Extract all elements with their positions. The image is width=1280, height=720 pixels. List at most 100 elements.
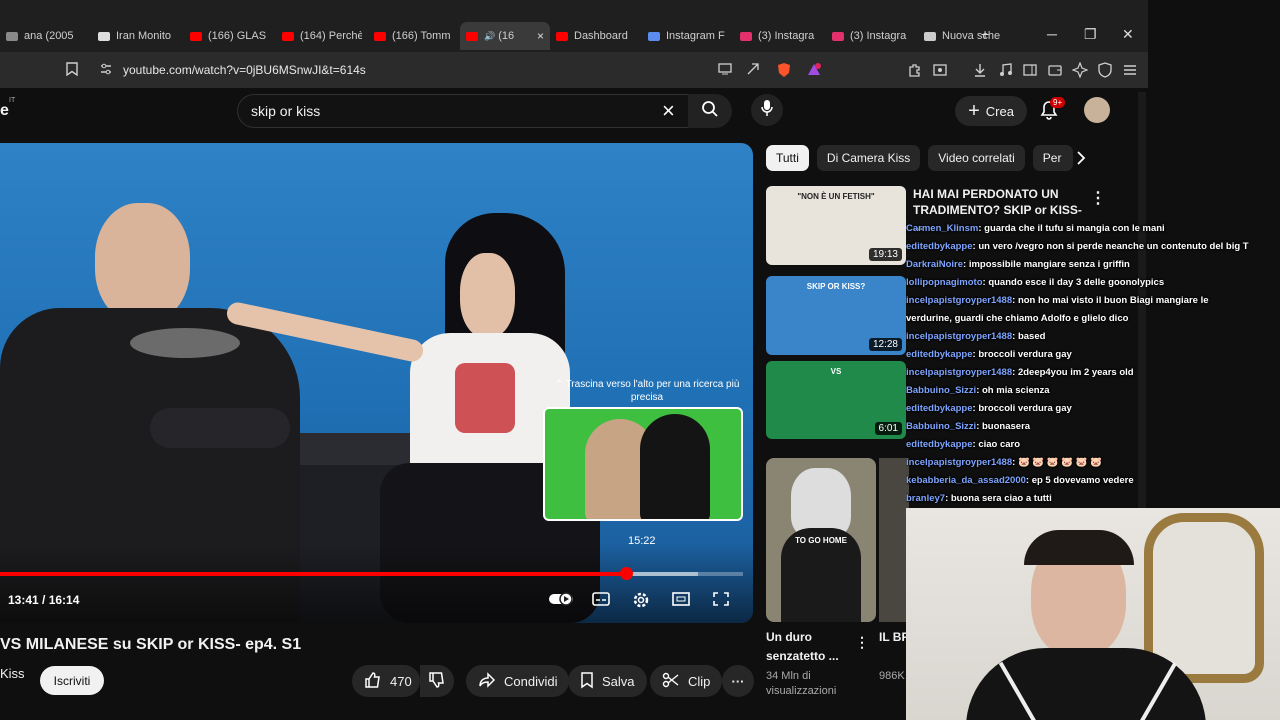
filter-chip[interactable]: Di Camera Kiss bbox=[816, 145, 921, 171]
tab-favicon-icon bbox=[924, 31, 936, 41]
tab-label: (16 bbox=[498, 30, 515, 42]
thumbs-up-icon bbox=[364, 671, 382, 692]
tab-label: Nuova sche bbox=[942, 30, 1001, 42]
create-button[interactable]: + Crea bbox=[955, 96, 1027, 126]
clip-label: Clip bbox=[688, 673, 711, 689]
tab-favicon-icon bbox=[374, 31, 386, 41]
download-icon[interactable] bbox=[972, 62, 988, 81]
create-label: Crea bbox=[985, 103, 1014, 119]
wallet-icon[interactable] bbox=[1047, 62, 1063, 81]
short-title-2[interactable]: IL BRA bbox=[879, 628, 909, 647]
chat-username: DarkraiNoire bbox=[906, 259, 964, 270]
dislike-button[interactable] bbox=[420, 665, 454, 697]
chat-text: : non ho mai visto il buon Biagi mangiar… bbox=[1012, 295, 1209, 306]
short-thumbnail-2[interactable] bbox=[879, 458, 909, 622]
menu-icon[interactable] bbox=[1122, 62, 1138, 81]
extensions-icon[interactable] bbox=[907, 62, 923, 81]
tab-favicon-icon bbox=[6, 31, 18, 41]
screen-icon[interactable] bbox=[718, 62, 732, 78]
short-title[interactable]: Un duro senzatetto ... bbox=[766, 628, 846, 666]
leo-ai-icon[interactable] bbox=[1071, 61, 1089, 81]
new-tab-button[interactable]: + bbox=[981, 26, 989, 42]
chat-username: editedbykappe bbox=[906, 349, 973, 360]
browser-tab[interactable]: Nuova sche bbox=[918, 22, 1010, 50]
speaker-icon[interactable]: 🔊 bbox=[484, 31, 495, 42]
brave-shield-icon[interactable] bbox=[776, 62, 792, 81]
tab-label: (164) Perchè bbox=[300, 30, 362, 42]
browser-tab[interactable]: (166) Tomm bbox=[368, 22, 460, 50]
browser-tab[interactable]: (166) GLAS bbox=[184, 22, 276, 50]
chat-username: incelpapistgroyper1488 bbox=[906, 367, 1013, 378]
short-thumbnail[interactable]: TO GO HOME bbox=[766, 458, 876, 622]
progress-bar[interactable] bbox=[0, 567, 743, 580]
recommended-thumbnail[interactable]: SKIP OR KISS? 12:28 bbox=[766, 276, 906, 355]
short-more-icon[interactable]: ⋮ bbox=[855, 634, 869, 651]
share-button[interactable]: Condividi bbox=[466, 665, 570, 697]
thumbnail-caption: VS bbox=[830, 367, 842, 376]
browser-tab[interactable]: Iran Monito bbox=[92, 22, 184, 50]
account-avatar[interactable] bbox=[1084, 97, 1110, 123]
browser-tab[interactable]: Dashboard bbox=[550, 22, 642, 50]
save-label: Salva bbox=[602, 673, 635, 689]
thumbnail-caption: SKIP OR KISS? bbox=[806, 282, 866, 291]
webcam-overlay bbox=[906, 508, 1280, 720]
browser-tab[interactable]: (3) Instagra bbox=[734, 22, 826, 50]
chat-username: Babbuino_Sizzi bbox=[906, 385, 977, 396]
search-button[interactable] bbox=[688, 94, 732, 128]
browser-tab[interactable]: (164) Perchè bbox=[276, 22, 368, 50]
controls-gradient bbox=[0, 543, 753, 623]
browser-tab[interactable]: ana (2005 bbox=[0, 22, 92, 50]
voice-search-button[interactable] bbox=[751, 94, 783, 126]
vpn-icon[interactable] bbox=[1097, 62, 1113, 81]
filter-chip[interactable]: Per bbox=[1032, 145, 1073, 171]
search-input[interactable]: skip or kiss bbox=[237, 94, 693, 128]
tab-label: Instagram F bbox=[666, 30, 725, 42]
maximize-button[interactable]: ❐ bbox=[1084, 26, 1097, 43]
browser-tab[interactable]: Instagram F bbox=[642, 22, 734, 50]
close-window-button[interactable]: ✕ bbox=[1122, 26, 1134, 43]
recommended-thumbnail[interactable]: "NON È UN FETISH" 19:13 bbox=[766, 186, 906, 265]
tab-label: Iran Monito bbox=[116, 30, 172, 42]
more-actions-button[interactable]: ··· bbox=[722, 665, 754, 697]
chat-text: : broccoli verdura gay bbox=[972, 403, 1072, 414]
brave-rewards-icon[interactable] bbox=[806, 62, 822, 81]
autoplay-toggle[interactable] bbox=[548, 590, 574, 610]
like-button[interactable]: 470 bbox=[352, 665, 420, 697]
filter-chip[interactable]: Video correlati bbox=[928, 145, 1025, 171]
browser-tab[interactable]: 🔊 (16 × bbox=[460, 22, 550, 50]
chat-username: kebabberia_da_assad2000 bbox=[906, 475, 1026, 486]
thumbnail-caption: "NON È UN FETISH" bbox=[797, 192, 875, 201]
more-options-icon[interactable]: ⋮ bbox=[1090, 188, 1106, 208]
site-settings-icon[interactable] bbox=[99, 62, 113, 79]
fullscreen-icon[interactable] bbox=[710, 590, 732, 610]
search-query: skip or kiss bbox=[251, 103, 321, 119]
theater-mode-icon[interactable] bbox=[670, 590, 692, 610]
save-button[interactable]: Salva bbox=[568, 665, 647, 697]
clear-search-icon[interactable]: × bbox=[662, 98, 675, 124]
sidebar-toggle-icon[interactable] bbox=[1022, 62, 1038, 81]
filter-chip[interactable]: Tutti bbox=[766, 145, 809, 171]
settings-gear-icon[interactable] bbox=[630, 590, 652, 610]
chat-message: branley7: buona sera ciao a tutti bbox=[906, 492, 1280, 505]
subscribe-button[interactable]: Iscriviti bbox=[40, 666, 104, 695]
close-tab-icon[interactable]: × bbox=[537, 29, 544, 43]
youtube-logo[interactable]: e bbox=[0, 102, 9, 120]
recommended-thumbnail[interactable]: VS 6:01 bbox=[766, 361, 906, 439]
progress-hover bbox=[626, 572, 699, 576]
tab-label: (3) Instagra bbox=[850, 30, 907, 42]
tab-favicon-icon bbox=[740, 31, 752, 41]
url-field[interactable]: youtube.com/watch?v=0jBU6MSnwJI&t=614s bbox=[123, 63, 366, 77]
browser-tab[interactable]: (3) Instagra bbox=[826, 22, 918, 50]
chips-next-arrow-icon[interactable] bbox=[1076, 150, 1086, 171]
chat-message: incelpapistgroyper1488: based bbox=[906, 330, 1280, 343]
minimize-button[interactable]: ─ bbox=[1047, 26, 1057, 42]
bookmark-icon[interactable] bbox=[66, 62, 78, 79]
channel-name[interactable]: Kiss bbox=[0, 666, 25, 681]
media-icon[interactable] bbox=[998, 62, 1014, 81]
share-icon[interactable] bbox=[746, 62, 760, 79]
tab-favicon-icon bbox=[98, 31, 110, 41]
clip-button[interactable]: Clip bbox=[650, 665, 723, 697]
tab-label: (166) GLAS bbox=[208, 30, 267, 42]
screenshot-icon[interactable] bbox=[932, 62, 948, 81]
subtitles-icon[interactable] bbox=[590, 590, 612, 610]
